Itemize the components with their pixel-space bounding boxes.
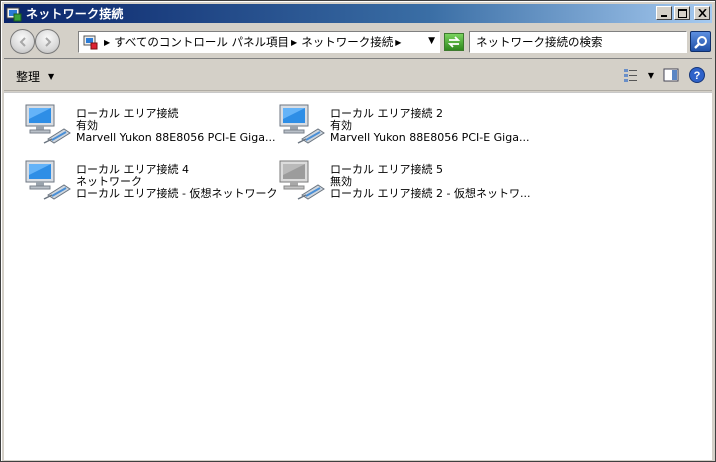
- connection-name: ローカル エリア接続: [76, 107, 179, 120]
- details-view-icon: [623, 69, 637, 82]
- list-item-connection[interactable]: ローカル エリア接続 2 有効 Marvell Yukon 88E8056 PC…: [276, 99, 530, 149]
- help-button[interactable]: ?: [688, 66, 706, 84]
- window-controls: [656, 6, 710, 20]
- close-icon: [697, 9, 707, 17]
- breadcrumb-separator-icon[interactable]: ▶: [395, 38, 401, 47]
- refresh-button[interactable]: [444, 33, 464, 51]
- address-bar[interactable]: ▶ すべてのコントロール パネル項目 ▶ ネットワーク接続 ▶ ▼: [78, 31, 440, 53]
- view-controls: ▼ ?: [622, 66, 706, 84]
- chevron-down-icon: ▼: [48, 72, 55, 81]
- forward-button[interactable]: [35, 29, 60, 54]
- search-button[interactable]: [690, 31, 711, 52]
- list-item-connection[interactable]: ローカル エリア接続 5 無効 ローカル エリア接続 2 - 仮想ネットワ...: [276, 155, 530, 205]
- command-bar: 整理 ▼ ▼ ?: [4, 60, 712, 91]
- title-bar[interactable]: ネットワーク接続: [4, 4, 712, 23]
- maximize-icon: [677, 8, 687, 18]
- breadcrumb-separator-icon[interactable]: ▶: [291, 38, 297, 47]
- help-icon: ?: [689, 67, 705, 83]
- close-button[interactable]: [694, 6, 710, 20]
- connection-device: Marvell Yukon 88E8056 PCI-E Giga...: [330, 131, 530, 144]
- connection-name: ローカル エリア接続 2: [330, 107, 443, 120]
- preview-pane-icon: [663, 68, 679, 82]
- preview-pane-button[interactable]: [662, 66, 680, 84]
- back-arrow-icon: [19, 36, 26, 47]
- window-title: ネットワーク接続: [26, 7, 124, 21]
- search-placeholder: ネットワーク接続の検索: [476, 35, 603, 49]
- network-adapter-icon: [276, 99, 328, 147]
- refresh-icon: [447, 36, 461, 48]
- maximize-button[interactable]: [674, 6, 690, 20]
- organize-label: 整理: [16, 70, 41, 84]
- breadcrumb-network-connections[interactable]: ネットワーク接続: [301, 34, 393, 50]
- navigation-bar: ▶ すべてのコントロール パネル項目 ▶ ネットワーク接続 ▶ ▼ ネットワーク…: [4, 24, 712, 59]
- organize-button[interactable]: 整理 ▼: [16, 68, 54, 85]
- network-adapter-disabled-icon: [276, 155, 328, 203]
- network-adapter-icon: [22, 155, 74, 203]
- connection-name: ローカル エリア接続 5: [330, 163, 443, 176]
- minimize-icon: [661, 15, 667, 17]
- control-panel-icon: [82, 34, 98, 50]
- connections-list: ローカル エリア接続 有効 Marvell Yukon 88E8056 PCI-…: [4, 92, 712, 460]
- magnifier-icon: [693, 35, 707, 49]
- list-item-connection[interactable]: ローカル エリア接続 有効 Marvell Yukon 88E8056 PCI-…: [22, 99, 276, 149]
- network-folder-icon: [6, 6, 22, 22]
- forward-arrow-icon: [44, 36, 51, 47]
- view-dropdown-icon[interactable]: ▼: [648, 71, 654, 80]
- svg-text:?: ?: [694, 70, 701, 82]
- address-dropdown-icon[interactable]: ▼: [428, 36, 435, 46]
- connection-device: ローカル エリア接続 - 仮想ネットワーク: [76, 187, 278, 200]
- list-item-connection[interactable]: ローカル エリア接続 4 ネットワーク ローカル エリア接続 - 仮想ネットワー…: [22, 155, 277, 205]
- search-input[interactable]: ネットワーク接続の検索: [469, 31, 687, 53]
- window: ネットワーク接続 ▶ すべてのコントロール パネル項目 ▶ ネットワーク接続 ▶…: [0, 0, 716, 462]
- connection-device: ローカル エリア接続 2 - 仮想ネットワ...: [330, 187, 531, 200]
- connection-device: Marvell Yukon 88E8056 PCI-E Giga...: [76, 131, 276, 144]
- change-view-button[interactable]: [622, 66, 640, 84]
- minimize-button[interactable]: [656, 6, 672, 20]
- back-button[interactable]: [10, 29, 35, 54]
- breadcrumb-separator-icon[interactable]: ▶: [104, 38, 110, 47]
- breadcrumb-all-control-panel-items[interactable]: すべてのコントロール パネル項目: [114, 34, 289, 50]
- network-adapter-icon: [22, 99, 74, 147]
